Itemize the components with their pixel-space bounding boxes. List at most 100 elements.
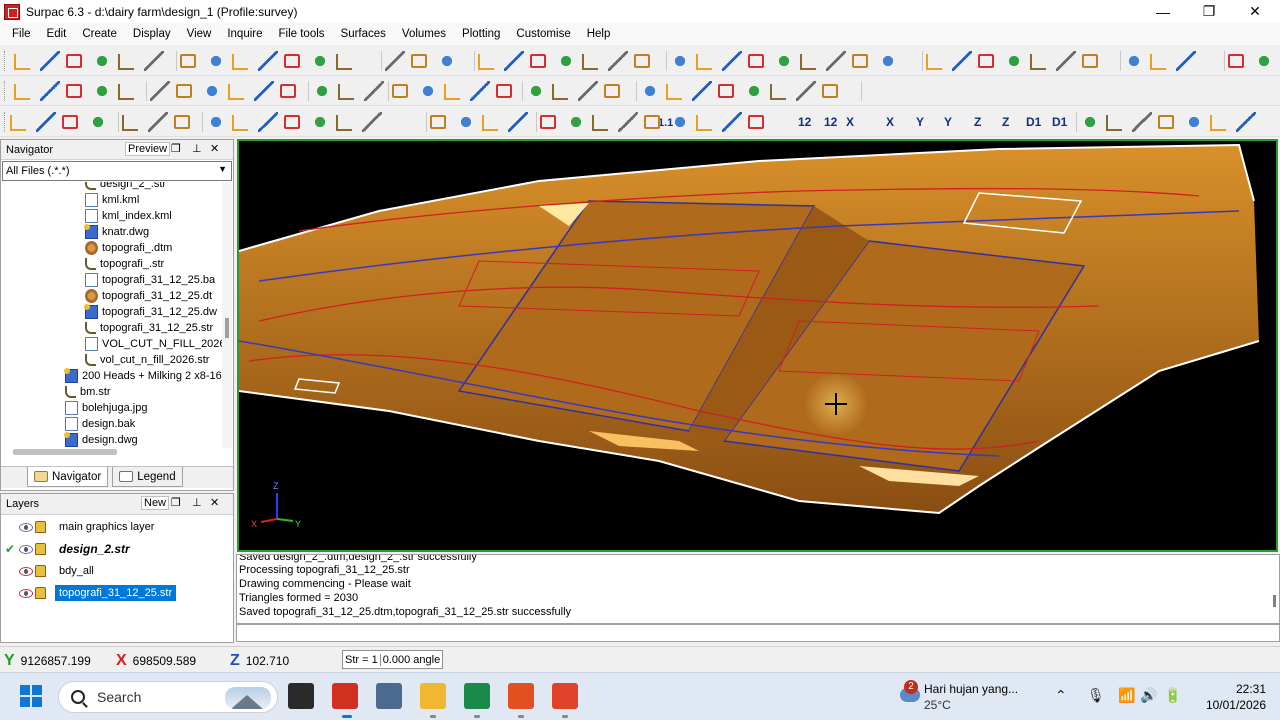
toolbar-tool-icon[interactable] <box>926 54 942 70</box>
toolbar-tool-icon[interactable] <box>692 81 712 101</box>
menu-customise[interactable]: Customise <box>508 23 578 45</box>
toolbar-label-z2[interactable]: Z <box>1002 112 1014 132</box>
toolbar-tool-icon[interactable] <box>118 84 134 100</box>
toolbar-tool-icon[interactable] <box>478 54 494 70</box>
toolbar-label-z1[interactable]: Z <box>974 112 986 132</box>
layer-row[interactable]: main graphics layer <box>5 517 158 537</box>
tab-navigator[interactable]: Navigator <box>27 467 109 487</box>
string-angle-field[interactable]: Str = 1 0.000 angle <box>342 650 444 669</box>
red-app-icon[interactable] <box>552 683 578 709</box>
toolbar-tool-icon[interactable] <box>122 115 138 131</box>
file-tree-item[interactable]: topografi_.str <box>85 256 164 272</box>
toolbar-tool-icon[interactable] <box>258 112 278 132</box>
toolbar-tool-icon[interactable] <box>540 115 556 129</box>
toolbar-tool-icon[interactable] <box>1176 51 1196 71</box>
file-tree-scrollbar[interactable] <box>222 182 232 448</box>
file-tree-item[interactable]: knatr.dwg <box>84 224 149 240</box>
file-tree-item[interactable]: bm.str <box>65 384 111 400</box>
minimize-button[interactable]: — <box>1140 0 1186 23</box>
toolbar-tool-icon[interactable] <box>336 54 352 70</box>
toolbar-tool-icon[interactable] <box>578 81 598 101</box>
visibility-eye-icon[interactable] <box>19 522 33 532</box>
toolbar-tool-icon[interactable] <box>202 81 222 101</box>
toolbar-tool-icon[interactable] <box>604 84 620 98</box>
toolbar-tool-icon[interactable] <box>744 81 764 101</box>
file-tree-item[interactable]: topografi_.dtm <box>85 240 172 256</box>
toolbar-tool-icon[interactable] <box>176 84 192 98</box>
toolbar-tool-icon[interactable] <box>180 54 196 68</box>
chevron-up-icon[interactable]: ⌃ <box>1055 687 1067 704</box>
speaker-icon[interactable]: 🔊 <box>1140 687 1157 704</box>
toolbar-tool-icon[interactable] <box>852 54 868 68</box>
toolbar-tool-icon[interactable] <box>362 112 382 132</box>
layer-row[interactable]: ✔ design_2.str <box>5 539 134 559</box>
toolbar-tool-icon[interactable] <box>556 51 576 71</box>
toolbar-tool-icon[interactable] <box>504 51 524 71</box>
graphics-viewport[interactable]: Z Y X <box>237 139 1278 552</box>
toolbar-label-12a[interactable]: 12 <box>798 112 818 132</box>
menu-help[interactable]: Help <box>579 23 619 45</box>
toolbar-tool-icon[interactable] <box>418 81 438 101</box>
taskbar-search[interactable]: Search <box>58 681 278 713</box>
menu-edit[interactable]: Edit <box>39 23 75 45</box>
toolbar-tool-icon[interactable] <box>496 84 512 98</box>
toolbar-tool-icon[interactable] <box>148 112 168 132</box>
toolbar-tool-icon[interactable] <box>206 112 226 132</box>
toolbar-label-y2[interactable]: Y <box>944 112 956 132</box>
toolbar-tool-icon[interactable] <box>336 115 352 131</box>
wifi-icon[interactable]: 📶 <box>1118 687 1135 704</box>
toolbar-tool-icon[interactable] <box>150 81 170 101</box>
restore-button[interactable]: ❐ <box>1186 0 1232 23</box>
toolbar-tool-icon[interactable] <box>748 54 764 68</box>
toolbar-tool-icon[interactable] <box>310 51 330 71</box>
toolbar-tool-icon[interactable] <box>232 115 248 131</box>
visibility-eye-icon[interactable] <box>19 544 33 554</box>
toolbar-tool-icon[interactable] <box>14 54 30 70</box>
float-icon[interactable]: ❐ <box>171 142 181 155</box>
toolbar-tool-icon[interactable] <box>206 51 226 71</box>
new-layer-button[interactable]: New <box>141 496 170 510</box>
toolbar-tool-icon[interactable] <box>1254 51 1274 71</box>
console-scrollbar[interactable] <box>1273 595 1276 607</box>
visibility-eye-icon[interactable] <box>19 566 33 576</box>
menu-file-tools[interactable]: File tools <box>271 23 333 45</box>
panel-close-icon[interactable]: ✕ <box>210 142 219 155</box>
toolbar-tool-icon[interactable] <box>1210 115 1226 131</box>
toolbar-tool-icon[interactable] <box>634 54 650 68</box>
toolbar-tool-icon[interactable] <box>800 54 816 70</box>
toolbar-tool-icon[interactable] <box>482 115 498 131</box>
menu-display[interactable]: Display <box>125 23 179 45</box>
battery-icon[interactable]: 🔋 <box>1164 687 1181 704</box>
menu-surfaces[interactable]: Surfaces <box>333 23 394 45</box>
toolbar-tool-icon[interactable] <box>618 112 638 132</box>
toolbar-tool-icon[interactable] <box>722 51 742 71</box>
menu-view[interactable]: View <box>179 23 220 45</box>
toolbar-tool-icon[interactable] <box>1132 112 1152 132</box>
toolbar-tool-icon[interactable] <box>508 112 528 132</box>
menu-create[interactable]: Create <box>74 23 125 45</box>
toolbar-tool-icon[interactable] <box>666 84 682 100</box>
toolbar-tool-icon[interactable] <box>770 84 786 100</box>
toolbar-tool-icon[interactable] <box>1030 54 1046 70</box>
file-tree-item[interactable]: topografi_31_12_25.dw <box>84 304 217 320</box>
menu-plotting[interactable]: Plotting <box>454 23 508 45</box>
toolbar-tool-icon[interactable] <box>280 84 296 98</box>
toolbar-tool-icon[interactable] <box>92 81 112 101</box>
toolbar-tool-icon[interactable] <box>670 112 690 132</box>
toolbar-tool-icon[interactable] <box>174 115 190 129</box>
layer-checkbox[interactable] <box>5 565 17 577</box>
toolbar-tool-icon[interactable] <box>66 84 82 98</box>
tab-legend[interactable]: Legend <box>112 467 183 487</box>
toolbar-tool-icon[interactable] <box>14 84 30 100</box>
toolbar-tool-icon[interactable] <box>228 84 244 100</box>
toolbar-tool-icon[interactable] <box>258 51 278 71</box>
toolbar-tool-icon[interactable] <box>36 112 56 132</box>
toolbar-tool-icon[interactable] <box>284 54 300 68</box>
toolbar-tool-icon[interactable] <box>644 115 660 129</box>
toolbar-tool-icon[interactable] <box>312 81 332 101</box>
toolbar-label-x1[interactable]: X <box>846 112 858 132</box>
toolbar-tool-icon[interactable] <box>1056 51 1076 71</box>
toolbar-tool-icon[interactable] <box>826 51 846 71</box>
layer-checkbox[interactable] <box>5 587 17 599</box>
toolbar-tool-icon[interactable] <box>722 112 742 132</box>
